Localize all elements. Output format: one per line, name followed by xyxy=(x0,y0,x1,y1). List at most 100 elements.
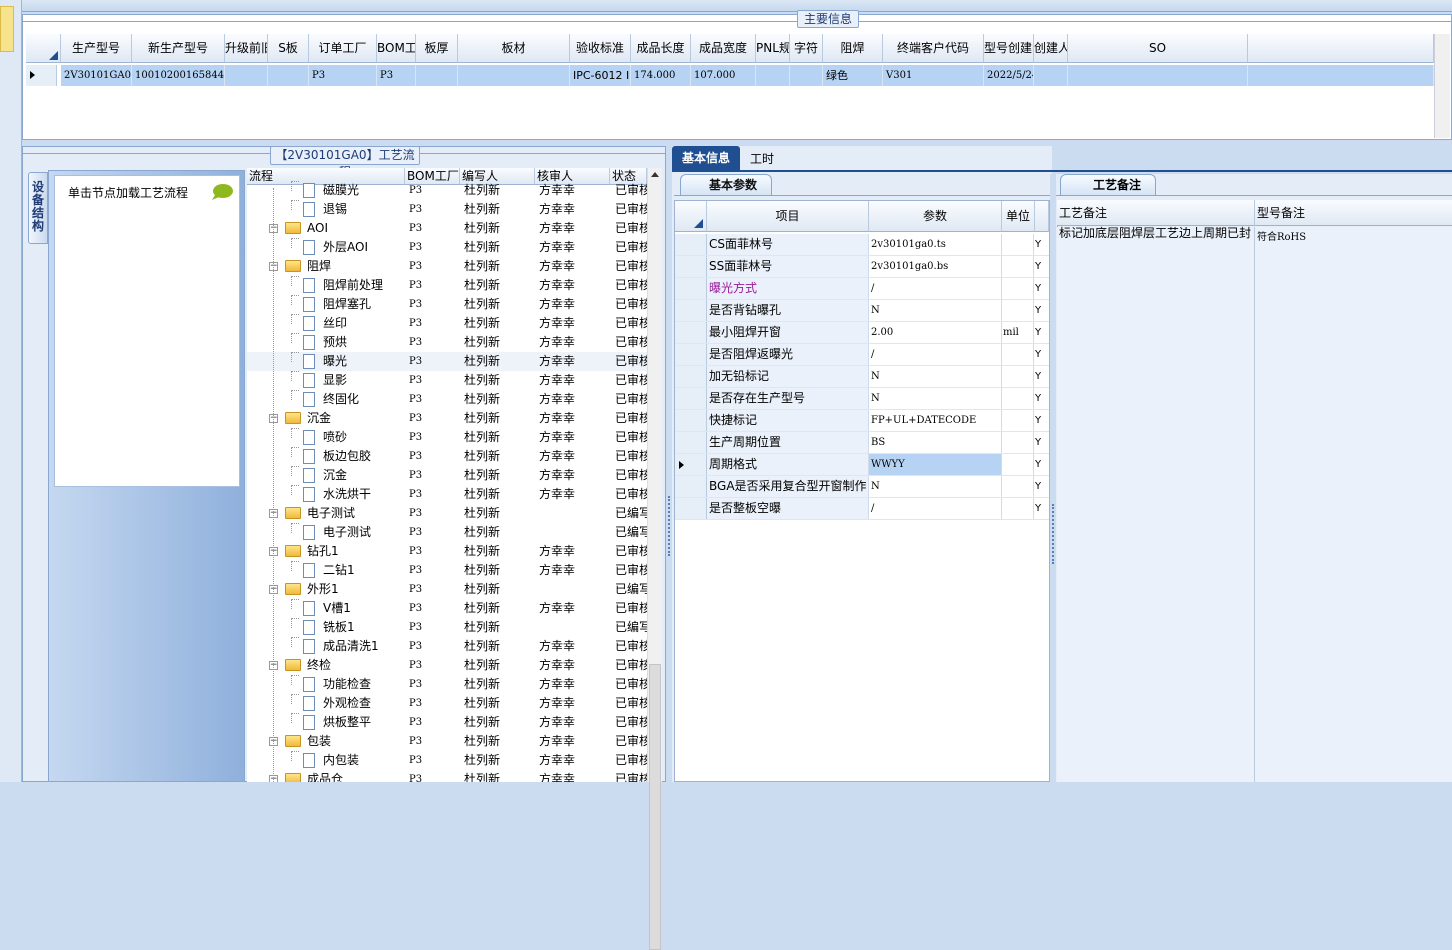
param-value[interactable]: N xyxy=(869,388,1002,409)
process-tree[interactable]: 流程 BOM工厂 编写人 核审人 状态 磁膜光 P3 杜列新 方幸幸 已审核 退锡 P3 杜列新 方幸幸已… xyxy=(247,168,647,782)
grid-cell-9[interactable]: 174.000 xyxy=(631,65,691,86)
param-row[interactable]: BGA是否采用复合型开窗制作 N Y xyxy=(675,476,1049,498)
param-row[interactable]: 是否阻焊返曝光 / Y xyxy=(675,344,1049,366)
grid-cell-4[interactable]: P3 xyxy=(309,65,377,86)
tree-folder-row[interactable]: − 阻焊 P3 杜列新 方幸幸 已审核 xyxy=(247,257,647,276)
process-note-header[interactable]: 工艺备注 xyxy=(1057,200,1255,226)
tree-row[interactable]: 内包装 P3 杜列新 方幸幸 已审核 xyxy=(247,751,647,770)
param-row[interactable]: CS面菲林号 2v30101ga0.ts Y xyxy=(675,234,1049,256)
subtab-basic-params[interactable]: 基本参数 xyxy=(680,174,772,196)
column-header-16[interactable]: 创建人 xyxy=(1034,34,1068,63)
subtab-process-notes[interactable]: 工艺备注 xyxy=(1060,174,1156,196)
param-value[interactable]: N xyxy=(869,366,1002,387)
column-header-11[interactable]: PNL规格 xyxy=(756,34,790,63)
param-row[interactable]: 是否存在生产型号 N Y xyxy=(675,388,1049,410)
column-header-0[interactable]: 生产型号 xyxy=(61,34,132,63)
tree-row[interactable]: 烘板整平 P3 杜列新 方幸幸 已审核 xyxy=(247,713,647,732)
param-row[interactable]: 加无铅标记 N Y xyxy=(675,366,1049,388)
param-value[interactable]: BS xyxy=(869,432,1002,453)
grid-cell-6[interactable] xyxy=(416,65,458,86)
tree-folder-row[interactable]: − 钻孔1 P3 杜列新 方幸幸 已审核 xyxy=(247,542,647,561)
grid-cell-3[interactable] xyxy=(268,65,309,86)
param-row[interactable]: 曝光方式 / Y xyxy=(675,278,1049,300)
param-row[interactable]: 最小阻焊开窗 2.00 mil Y xyxy=(675,322,1049,344)
grid-cell-11[interactable] xyxy=(756,65,790,86)
tree-row[interactable]: 板边包胶 P3 杜列新 方幸幸 已审核 xyxy=(247,447,647,466)
grid-cell-1[interactable]: 10010200165844 xyxy=(132,65,225,86)
grid-scrollbar[interactable] xyxy=(1434,34,1450,138)
process-note-cell[interactable]: 标记加底层阻焊层工艺边上周期已封 xyxy=(1057,227,1255,782)
column-header-3[interactable]: S板 xyxy=(268,34,309,63)
param-row-indicator[interactable] xyxy=(675,300,707,321)
param-row-indicator[interactable] xyxy=(675,410,707,431)
model-note-header[interactable]: 型号备注 xyxy=(1255,200,1452,226)
column-header-17[interactable]: SO xyxy=(1068,34,1248,63)
param-row[interactable]: 生产周期位置 BS Y xyxy=(675,432,1049,454)
param-row-indicator[interactable] xyxy=(675,322,707,343)
param-row-indicator[interactable] xyxy=(675,476,707,497)
param-value[interactable]: WWYY xyxy=(869,454,1002,475)
grid-cell-15[interactable]: 2022/5/24 xyxy=(984,65,1034,86)
tab-basic-info[interactable]: 基本信息 xyxy=(672,146,740,170)
grid-cell-0[interactable]: 2V30101GA0 xyxy=(61,65,132,86)
param-row-indicator[interactable] xyxy=(675,278,707,299)
tree-row[interactable]: 预烘 P3 杜列新 方幸幸 已审核 xyxy=(247,333,647,352)
column-header-8[interactable]: 验收标准 xyxy=(570,34,631,63)
scroll-up-icon[interactable] xyxy=(651,172,659,177)
grid-cell-2[interactable] xyxy=(225,65,268,86)
grid-cell-17[interactable] xyxy=(1068,65,1248,86)
tree-row[interactable]: 阻焊前处理 P3 杜列新 方幸幸 已审核 xyxy=(247,276,647,295)
params-header-0[interactable]: 项目 xyxy=(707,201,869,232)
param-value[interactable]: N xyxy=(869,300,1002,321)
param-value[interactable]: 2.00 xyxy=(869,322,1002,343)
grid-corner[interactable] xyxy=(26,34,61,63)
param-row-indicator[interactable] xyxy=(675,366,707,387)
param-value[interactable]: 2v30101ga0.bs xyxy=(869,256,1002,277)
tree-row[interactable]: 水洗烘干 P3 杜列新 方幸幸 已审核 xyxy=(247,485,647,504)
params-header-2[interactable]: 单位 xyxy=(1002,201,1035,232)
param-row-indicator[interactable] xyxy=(675,432,707,453)
param-value[interactable]: / xyxy=(869,278,1002,299)
tree-row[interactable]: V槽1 P3 杜列新 方幸幸 已审核 xyxy=(247,599,647,618)
column-header-10[interactable]: 成品宽度 xyxy=(691,34,756,63)
param-row-indicator[interactable] xyxy=(675,256,707,277)
grid-cell-16[interactable] xyxy=(1034,65,1068,86)
tree-scrollbar[interactable] xyxy=(647,168,662,950)
tree-folder-row[interactable]: − 包装 P3 杜列新 方幸幸 已审核 xyxy=(247,732,647,751)
tree-folder-row[interactable]: − 终检 P3 杜列新 方幸幸 已审核 xyxy=(247,656,647,675)
grid-cell-8[interactable]: IPC-6012 II级 xyxy=(570,65,631,86)
column-header-7[interactable]: 板材 xyxy=(458,34,570,63)
column-header-13[interactable]: 阻焊 xyxy=(823,34,883,63)
column-header-5[interactable]: BOM工厂 xyxy=(377,34,416,63)
params-header-1[interactable]: 参数 xyxy=(869,201,1002,232)
tree-row[interactable]: 丝印 P3 杜列新 方幸幸 已审核 xyxy=(247,314,647,333)
param-row[interactable]: 周期格式 WWYY Y xyxy=(675,454,1049,476)
equipment-structure-tab[interactable]: 设备结构 xyxy=(28,172,48,244)
row-indicator[interactable] xyxy=(26,65,57,86)
grid-cell-7[interactable] xyxy=(458,65,570,86)
hint-box[interactable] xyxy=(54,175,240,487)
column-header-1[interactable]: 新生产型号 xyxy=(132,34,225,63)
tree-folder-row[interactable]: − 成品仓 P3 杜列新 方幸幸 已审核 xyxy=(247,770,647,782)
tree-row[interactable]: 阻焊塞孔 P3 杜列新 方幸幸 已审核 xyxy=(247,295,647,314)
tree-row[interactable]: 外观检查 P3 杜列新 方幸幸 已审核 xyxy=(247,694,647,713)
column-header-4[interactable]: 订单工厂 xyxy=(309,34,377,63)
tab-work-hours[interactable]: 工时 xyxy=(742,148,782,170)
param-row-indicator[interactable] xyxy=(675,234,707,255)
tree-row[interactable]: 退锡 P3 杜列新 方幸幸 已审核 xyxy=(247,200,647,219)
grid-cell-13[interactable]: 绿色 xyxy=(823,65,883,86)
tree-row[interactable]: 功能检查 P3 杜列新 方幸幸 已审核 xyxy=(247,675,647,694)
tree-row[interactable]: 成品清洗1 P3 杜列新 方幸幸 已审核 xyxy=(247,637,647,656)
tree-row[interactable]: 二钻1 P3 杜列新 方幸幸 已审核 xyxy=(247,561,647,580)
model-note-cell[interactable]: 符合RoHS xyxy=(1255,227,1452,782)
tree-row[interactable]: 终固化 P3 杜列新 方幸幸 已审核 xyxy=(247,390,647,409)
grid-cell-14[interactable]: V301 xyxy=(883,65,984,86)
param-value[interactable]: / xyxy=(869,498,1002,519)
param-row[interactable]: SS面菲林号 2v30101ga0.bs Y xyxy=(675,256,1049,278)
param-row[interactable]: 快捷标记 FP+UL+DATECODE Y xyxy=(675,410,1049,432)
tree-row[interactable]: 喷砂 P3 杜列新 方幸幸 已审核 xyxy=(247,428,647,447)
tree-folder-row[interactable]: − 沉金 P3 杜列新 方幸幸 已审核 xyxy=(247,409,647,428)
param-row-indicator[interactable] xyxy=(675,388,707,409)
grid-cell-5[interactable]: P3 xyxy=(377,65,416,86)
param-value[interactable]: N xyxy=(869,476,1002,497)
